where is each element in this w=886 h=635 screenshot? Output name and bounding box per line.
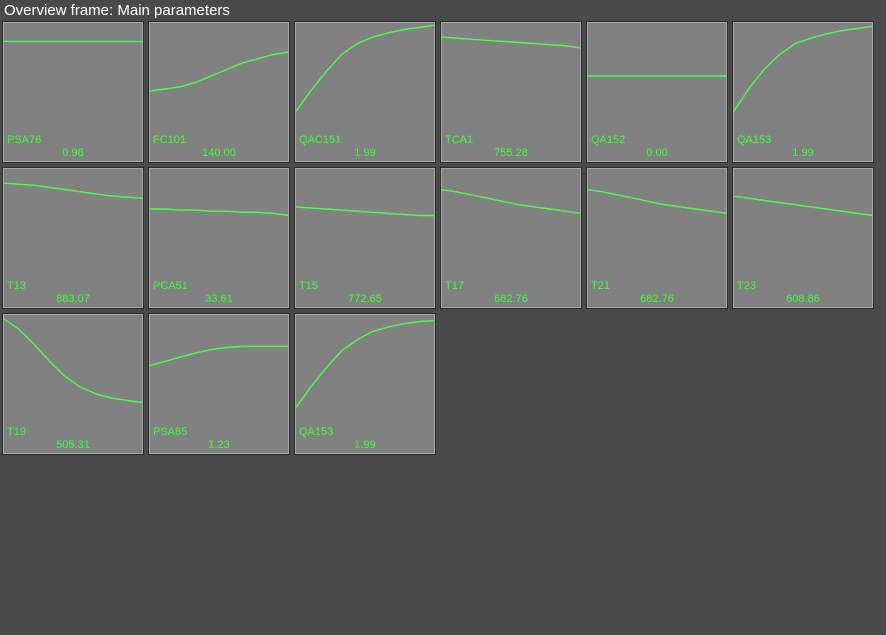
cell-footer: QA1531.99 xyxy=(295,422,435,454)
param-value: 1.99 xyxy=(299,438,431,452)
cell-footer: QA1531.99 xyxy=(733,130,873,162)
param-cell-psa85[interactable]: PSA851.23 xyxy=(148,313,290,455)
mini-chart xyxy=(441,22,581,130)
mini-chart xyxy=(3,314,143,422)
param-tag: T17 xyxy=(445,280,577,292)
parameter-grid: PSA760.98FC101140.00QAC1511.99TCA1755.28… xyxy=(0,21,886,455)
param-value: 682.76 xyxy=(591,292,723,306)
param-value: 1.23 xyxy=(153,438,285,452)
param-cell-t23[interactable]: T23608.86 xyxy=(732,167,874,309)
cell-footer: QA1520.00 xyxy=(587,130,727,162)
mini-chart xyxy=(733,168,873,276)
cell-footer: FC101140.00 xyxy=(149,130,289,162)
param-value: 33.61 xyxy=(153,292,285,306)
param-tag: QA153 xyxy=(737,134,869,146)
mini-chart xyxy=(3,168,143,276)
mini-chart xyxy=(441,168,581,276)
param-cell-tca1[interactable]: TCA1755.28 xyxy=(440,21,582,163)
cell-footer: QAC1511.99 xyxy=(295,130,435,162)
param-tag: PCA51 xyxy=(153,280,285,292)
param-cell-qac151[interactable]: QAC1511.99 xyxy=(294,21,436,163)
overview-frame: Overview frame: Main parameters PSA760.9… xyxy=(0,0,886,635)
param-value: 772.65 xyxy=(299,292,431,306)
param-tag: PSA76 xyxy=(7,134,139,146)
param-value: 505.31 xyxy=(7,438,139,452)
param-value: 755.28 xyxy=(445,146,577,160)
param-value: 883.07 xyxy=(7,292,139,306)
param-tag: T23 xyxy=(737,280,869,292)
mini-chart xyxy=(149,22,289,130)
param-tag: PSA85 xyxy=(153,426,285,438)
param-tag: TCA1 xyxy=(445,134,577,146)
param-tag: T19 xyxy=(7,426,139,438)
param-value: 1.99 xyxy=(737,146,869,160)
cell-footer: PSA760.98 xyxy=(3,130,143,162)
param-tag: FC101 xyxy=(153,134,285,146)
param-tag: QAC151 xyxy=(299,134,431,146)
cell-footer: T23608.86 xyxy=(733,276,873,308)
cell-footer: T19505.31 xyxy=(3,422,143,454)
param-cell-psa76[interactable]: PSA760.98 xyxy=(2,21,144,163)
cell-footer: T15772.65 xyxy=(295,276,435,308)
param-value: 0.00 xyxy=(591,146,723,160)
param-tag: T15 xyxy=(299,280,431,292)
mini-chart xyxy=(149,168,289,276)
param-tag: QA153 xyxy=(299,426,431,438)
mini-chart xyxy=(587,22,727,130)
param-cell-t17[interactable]: T17682.76 xyxy=(440,167,582,309)
param-cell-qa153[interactable]: QA1531.99 xyxy=(732,21,874,163)
param-tag: T13 xyxy=(7,280,139,292)
mini-chart xyxy=(295,168,435,276)
param-cell-qa152[interactable]: QA1520.00 xyxy=(586,21,728,163)
mini-chart xyxy=(3,22,143,130)
cell-footer: T17682.76 xyxy=(441,276,581,308)
param-tag: QA152 xyxy=(591,134,723,146)
param-value: 140.00 xyxy=(153,146,285,160)
mini-chart xyxy=(295,314,435,422)
cell-footer: PSA851.23 xyxy=(149,422,289,454)
param-cell-fc101[interactable]: FC101140.00 xyxy=(148,21,290,163)
param-cell-qa153[interactable]: QA1531.99 xyxy=(294,313,436,455)
param-tag: T21 xyxy=(591,280,723,292)
param-cell-t21[interactable]: T21682.76 xyxy=(586,167,728,309)
cell-footer: T21682.76 xyxy=(587,276,727,308)
param-cell-t13[interactable]: T13883.07 xyxy=(2,167,144,309)
frame-title: Overview frame: Main parameters xyxy=(0,0,886,21)
param-cell-pca51[interactable]: PCA5133.61 xyxy=(148,167,290,309)
mini-chart xyxy=(149,314,289,422)
mini-chart xyxy=(587,168,727,276)
param-value: 0.98 xyxy=(7,146,139,160)
mini-chart xyxy=(733,22,873,130)
param-cell-t19[interactable]: T19505.31 xyxy=(2,313,144,455)
cell-footer: PCA5133.61 xyxy=(149,276,289,308)
param-cell-t15[interactable]: T15772.65 xyxy=(294,167,436,309)
param-value: 682.76 xyxy=(445,292,577,306)
mini-chart xyxy=(295,22,435,130)
cell-footer: TCA1755.28 xyxy=(441,130,581,162)
cell-footer: T13883.07 xyxy=(3,276,143,308)
param-value: 1.99 xyxy=(299,146,431,160)
param-value: 608.86 xyxy=(737,292,869,306)
